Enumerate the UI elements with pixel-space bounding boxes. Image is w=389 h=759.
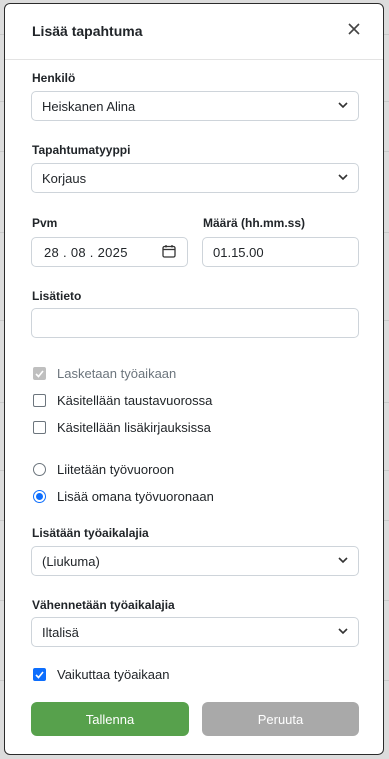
subtract-work-type-select[interactable]: Iltalisä [31,617,359,647]
date-value: 28 . 08 . 2025 [44,244,128,260]
dialog-header: Lisää tapahtuma [5,4,383,60]
dialog-title: Lisää tapahtuma [32,23,143,39]
date-label: Pvm [32,216,58,230]
attach-to-shift-radio[interactable] [33,463,46,476]
event-type-select[interactable]: Korjaus [31,163,359,193]
affects-work-time-checkbox[interactable] [33,668,46,681]
extra-entries-checkbox[interactable] [33,421,46,434]
count-work-time-checkbox [33,367,46,380]
chevron-down-icon [338,628,348,635]
calendar-icon[interactable] [162,244,176,258]
add-work-type-value: (Liukuma) [42,553,100,569]
chevron-down-icon [338,557,348,564]
amount-input[interactable]: 01.15.00 [202,237,359,267]
person-label: Henkilö [32,71,76,85]
extra-info-input[interactable] [31,308,359,338]
chevron-down-icon [338,102,348,109]
person-value: Heiskanen Alina [42,98,136,114]
subtract-work-type-label: Vähennetään työaikalajia [32,598,175,612]
subtract-work-type-value: Iltalisä [42,624,79,640]
amount-value: 01.15.00 [213,244,264,260]
person-select[interactable]: Heiskanen Alina [31,91,359,121]
date-year: 2025 [97,244,128,260]
save-button[interactable]: Tallenna [31,702,189,736]
add-work-type-select[interactable]: (Liukuma) [31,546,359,576]
add-event-dialog: Lisää tapahtuma Henkilö Heiskanen Alina … [4,3,384,755]
own-shift-radio[interactable] [33,490,46,503]
add-work-type-label: Lisätään työaikalajia [32,526,149,540]
attach-to-shift-label[interactable]: Liitetään työvuoroon [57,462,174,477]
date-day: 28 [44,244,60,260]
count-work-time-label: Lasketaan työaikaan [57,366,177,381]
date-month: 08 [70,244,86,260]
extra-entries-label[interactable]: Käsitellään lisäkirjauksissa [57,420,211,435]
background-shift-label[interactable]: Käsitellään taustavuorossa [57,393,212,408]
extra-info-label: Lisätieto [32,289,82,303]
event-type-value: Korjaus [42,170,87,186]
background-shift-checkbox[interactable] [33,394,46,407]
chevron-down-icon [338,174,348,181]
affects-work-time-label[interactable]: Vaikuttaa työaikaan [57,667,170,682]
cancel-button[interactable]: Peruuta [202,702,359,736]
close-icon[interactable] [343,18,365,40]
amount-label: Määrä (hh.mm.ss) [203,216,306,230]
event-type-label: Tapahtumatyyppi [32,143,131,157]
date-input[interactable]: 28 . 08 . 2025 [31,237,188,267]
own-shift-label[interactable]: Lisää omana työvuoronaan [57,489,214,504]
